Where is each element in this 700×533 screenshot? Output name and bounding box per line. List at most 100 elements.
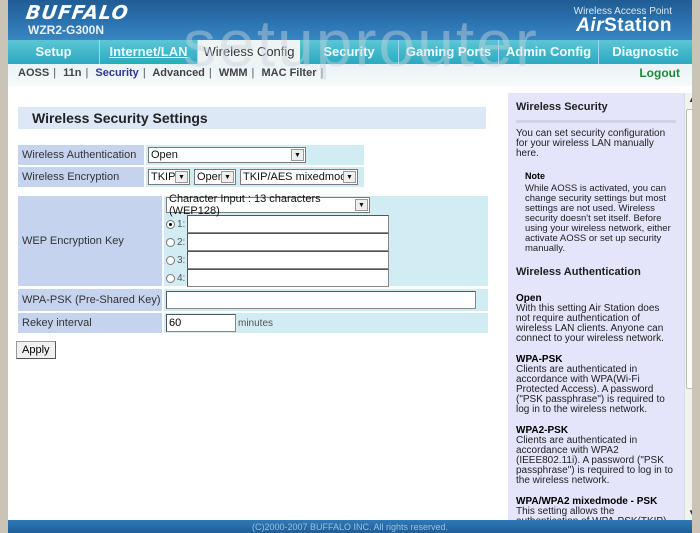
wep-key-1-label: 1: — [177, 218, 186, 230]
wep-key-1-radio[interactable] — [166, 219, 175, 229]
tab-wireless-config[interactable]: Wireless Config — [198, 40, 300, 64]
psk-row: WPA-PSK (Pre-Shared Key) — [18, 289, 488, 311]
wep-key-1-input[interactable] — [187, 215, 389, 233]
term-text: This setting allows the authentication o… — [516, 506, 666, 521]
tab-internet-lan[interactable]: Internet/LAN — [100, 40, 198, 64]
wep-key-3-row: 3: — [166, 251, 389, 269]
brand-station: Station — [604, 15, 672, 36]
separator: | — [208, 67, 212, 79]
separator: | — [142, 67, 146, 79]
auth-label: Wireless Authentication — [18, 145, 144, 165]
wep-key-2-input[interactable] — [187, 233, 389, 251]
help-term-open: Open With this setting Air Station does … — [516, 293, 676, 344]
help-scrollbar[interactable]: ▲ ▼ — [684, 93, 692, 520]
rekey-row: Rekey interval minutes — [18, 313, 488, 333]
separator: | — [85, 67, 89, 79]
auth-select-value: Open — [151, 149, 178, 161]
wep-key-3-input[interactable] — [187, 251, 389, 269]
encryption-label: Wireless Encryption — [18, 167, 144, 187]
scroll-down-icon[interactable]: ▼ — [685, 506, 692, 520]
psk-value-cell — [164, 289, 488, 311]
header-banner: BUFFALO WZR2-G300N Wireless Access Point… — [8, 0, 692, 42]
separator: | — [53, 67, 57, 79]
rekey-input[interactable] — [166, 314, 236, 332]
help-title: Wireless Security — [516, 101, 608, 113]
subnav-11n[interactable]: 11n — [63, 67, 81, 79]
footer: (C)2000-2007 BUFFALO INC. All rights res… — [8, 520, 692, 533]
copyright-text: (C)2000-2007 BUFFALO INC. All rights res… — [251, 522, 449, 532]
wep-key-4-input[interactable] — [187, 269, 389, 287]
wep-key-4-label: 4: — [177, 272, 186, 284]
rekey-unit: minutes — [238, 317, 274, 329]
encryption-mode-select[interactable]: Open ▼ — [194, 169, 236, 185]
help-auth-title: Wireless Authentication — [516, 266, 641, 278]
rekey-value-cell: minutes — [164, 313, 488, 333]
wep-key-2-row: 2: — [166, 233, 389, 251]
sub-navigation: AOSS | 11n | Security | Advanced | WMM | MAC … — [8, 64, 692, 86]
select-value: TKIP/AES mixedmode — [243, 171, 353, 183]
term-text: Clients are authenticated in accordance … — [516, 364, 665, 415]
main-tabs: Setup Internet/LAN Wireless Config Secur… — [8, 40, 692, 64]
auth-row: Wireless Authentication Open ▼ — [18, 145, 364, 165]
scrollbar-thumb[interactable] — [686, 109, 692, 389]
model-name: WZR2-G300N — [28, 23, 105, 37]
subnav-security[interactable]: Security — [95, 67, 138, 79]
select-value: Character Input : 13 characters (WEP128) — [169, 193, 321, 217]
help-panel: Wireless Security You can set security c… — [508, 93, 684, 520]
tab-admin-config[interactable]: Admin Config — [499, 40, 599, 64]
router-admin-page: BUFFALO WZR2-G300N Wireless Access Point… — [8, 0, 692, 533]
chevron-down-icon: ▼ — [291, 149, 304, 161]
encryption-cipher-select[interactable]: TKIP ▼ — [148, 169, 190, 185]
chevron-down-icon: ▼ — [355, 199, 368, 211]
tab-security[interactable]: Security — [300, 40, 399, 64]
rekey-label: Rekey interval — [18, 313, 162, 333]
wep-row: WEP Encryption Key Character Input : 13 … — [18, 193, 488, 287]
page-title: Wireless Security Settings — [18, 107, 486, 129]
subnav-mac-filter[interactable]: MAC Filter — [261, 67, 316, 79]
help-term-wpa-psk: WPA-PSK Clients are authenticated in acc… — [516, 354, 676, 415]
select-value: TKIP — [151, 171, 176, 183]
apply-button[interactable]: Apply — [16, 341, 56, 359]
auth-value-cell: Open ▼ — [146, 145, 364, 165]
term-text: Clients are authenticated in accordance … — [516, 435, 673, 486]
chevron-down-icon: ▼ — [343, 171, 356, 183]
wep-key-2-radio[interactable] — [166, 237, 175, 247]
buffalo-logo: BUFFALO — [24, 2, 131, 24]
help-note: Note While AOSS is activated, you can ch… — [516, 171, 676, 254]
chevron-down-icon: ▼ — [175, 171, 188, 183]
tab-setup[interactable]: Setup — [8, 40, 100, 64]
logout-link[interactable]: Logout — [639, 64, 680, 82]
term-text: With this setting Air Station does not r… — [516, 303, 664, 344]
note-title: Note — [525, 171, 545, 181]
help-intro: You can set security configuration for y… — [516, 128, 666, 159]
wep-label: WEP Encryption Key — [18, 196, 162, 286]
scroll-up-icon[interactable]: ▲ — [685, 93, 692, 107]
tab-gaming-ports[interactable]: Gaming Ports — [399, 40, 499, 64]
wep-key-4-radio[interactable] — [166, 273, 175, 283]
wep-key-3-label: 3: — [177, 254, 186, 266]
wep-key-2-label: 2: — [177, 236, 186, 248]
help-term-wpa2-psk: WPA2-PSK Clients are authenticated in ac… — [516, 425, 676, 486]
note-text: While AOSS is activated, you can change … — [525, 183, 671, 254]
help-term-mixed-psk: WPA/WPA2 mixedmode - PSK This setting al… — [516, 496, 676, 520]
divider — [516, 120, 676, 123]
encryption-row: Wireless Encryption TKIP ▼ Open ▼ TKIP/AES… — [18, 167, 364, 187]
wep-mode-select[interactable]: Character Input : 13 characters (WEP128)… — [166, 193, 370, 217]
wep-key-1-row: 1: — [166, 215, 389, 233]
subnav-aoss[interactable]: AOSS — [18, 67, 49, 79]
psk-input[interactable] — [166, 291, 476, 309]
settings-form: Wireless Security Settings Wireless Auth… — [8, 86, 508, 520]
select-value: Open — [197, 171, 224, 183]
wep-key-4-row: 4: — [166, 269, 389, 287]
auth-select[interactable]: Open ▼ — [148, 147, 306, 163]
wep-value-cell: Character Input : 13 characters (WEP128)… — [164, 193, 488, 287]
encryption-mixed-select[interactable]: TKIP/AES mixedmode ▼ — [240, 169, 358, 185]
wep-key-3-radio[interactable] — [166, 255, 175, 265]
brand-air: Air — [576, 15, 605, 36]
subnav-advanced[interactable]: Advanced — [152, 67, 205, 79]
tab-diagnostic[interactable]: Diagnostic — [599, 40, 692, 64]
subnav-wmm[interactable]: WMM — [219, 67, 248, 79]
encryption-value-cell: TKIP ▼ Open ▼ TKIP/AES mixedmode ▼ — [146, 167, 364, 187]
airstation-logo: AirStation — [576, 15, 672, 37]
separator: | — [251, 67, 255, 79]
